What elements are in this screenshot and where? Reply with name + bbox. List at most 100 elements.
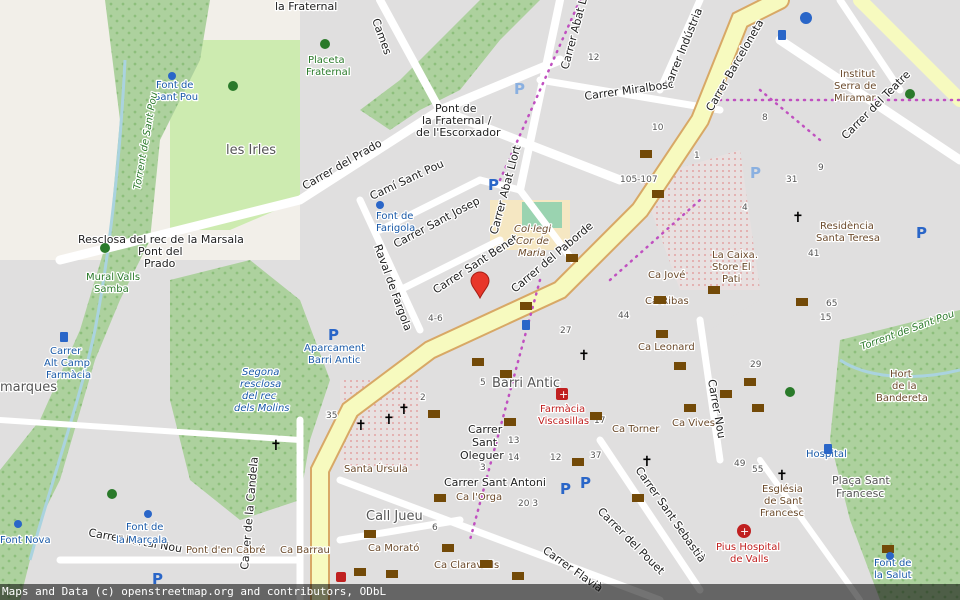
street-label-sant-oleguer-1: Carrer — [468, 423, 503, 436]
church-icon: ✝ — [641, 454, 653, 470]
house-icon — [632, 494, 644, 502]
poi-label-hort-2: de la — [892, 381, 917, 392]
park-icon — [100, 243, 110, 253]
church-icon: ✝ — [776, 468, 788, 484]
map-canvas[interactable]: la Fraternal Cames Carrer Abat Llor... C… — [0, 0, 960, 600]
house-icon — [744, 378, 756, 386]
poi-label-font-marcala-2: la Marçala — [116, 535, 167, 546]
house-number: 12 — [588, 53, 599, 63]
poi-label-farmacia-1: Farmàcia — [540, 403, 585, 415]
poi-label-mural-1: Mural Valls — [86, 272, 140, 283]
map-view[interactable]: la Fraternal Cames Carrer Abat Llor... C… — [0, 0, 960, 600]
church-icon: ✝ — [398, 402, 410, 418]
house-icon — [652, 190, 664, 198]
street-label-fraternal: la Fraternal — [275, 0, 337, 13]
poi-label-resclosa-m-4: dels Molins — [234, 403, 290, 414]
house-icon — [354, 568, 366, 576]
place-label-les-irles: les Irles — [226, 143, 276, 158]
house-number: 6 — [432, 523, 438, 533]
poi-label-collegi-1: Col·legi — [514, 224, 551, 235]
house-icon — [654, 296, 666, 304]
street-label-sant-oleguer-3: Oleguer — [460, 449, 504, 462]
poi-label-pius-1: Pius Hospital — [716, 542, 780, 553]
fountain-icon — [886, 552, 894, 560]
map-attribution: Maps and Data (c) openstreetmap.org and … — [0, 584, 960, 600]
house-number: 27 — [560, 326, 571, 336]
house-icon — [720, 390, 732, 398]
house-label-ca-ribas: Ca Ribas — [645, 296, 689, 307]
poi-label-placeta-2: Fraternal — [306, 67, 351, 78]
house-number: 49 — [734, 459, 746, 469]
street-label-sant-antoni: Carrer Sant Antoni — [444, 476, 546, 489]
house-number: 37 — [590, 451, 601, 461]
house-number: 29 — [750, 360, 762, 370]
house-number: 35 — [326, 411, 337, 421]
poi-label-santa-ursula: Santa Úrsula — [344, 462, 408, 475]
house-number: 31 — [786, 175, 797, 185]
house-number: 4 — [742, 203, 748, 213]
poi-label-mural-2: Samba — [94, 284, 129, 295]
fountain-icon — [168, 72, 176, 80]
house-icon — [590, 412, 602, 420]
parking-icon: P — [560, 480, 571, 498]
house-label-ca-lorga: Ca l'Orga — [456, 492, 502, 503]
poi-label-resclosa-m-3: del rec — [242, 391, 277, 402]
poi-label-residencia-1: Residència — [820, 220, 874, 232]
church-icon: ✝ — [383, 412, 395, 428]
poi-label-collegi-2: Cor de — [516, 236, 549, 247]
poi-label-hort-3: Bandereta — [876, 393, 928, 404]
house-icon — [386, 570, 398, 578]
poi-label-hort-1: Hort — [890, 369, 912, 380]
poi-label-farmacia-2: Viscasillas — [538, 416, 589, 427]
poi-label-resclosa-m-1: Segona — [242, 367, 279, 378]
house-number: 41 — [808, 249, 819, 259]
poi-label-resclosa-m-2: resclosa — [240, 379, 281, 390]
house-number: 8 — [762, 113, 768, 123]
park-icon — [785, 387, 795, 397]
parking-icon: P — [580, 474, 591, 492]
house-number: 44 — [618, 311, 630, 321]
house-number: 15 — [820, 313, 831, 323]
poi-label-font-marcala-1: Font de — [126, 522, 163, 533]
poi-label-font-farigola-2: Farigola — [376, 223, 415, 234]
house-label-ca-barrau: Ca Barrau — [280, 545, 330, 556]
poi-label-caixa-3: Pati — [722, 274, 740, 285]
park-icon — [228, 81, 238, 91]
bus-stop-icon — [522, 320, 530, 330]
house-icon — [520, 302, 532, 310]
house-icon — [572, 458, 584, 466]
hospital-icon: + — [740, 525, 749, 538]
house-label-ca-vives: Ca Vives — [672, 418, 715, 429]
place-label-marques: marques — [0, 380, 57, 395]
playground-icon — [107, 489, 117, 499]
poi-label-font-salut-2: la Salut — [874, 570, 912, 581]
house-label-ca-jove: Ca Jové — [648, 269, 685, 281]
playground-icon — [905, 89, 915, 99]
house-icon — [708, 286, 720, 294]
street-label-sant-oleguer-2: Sant — [472, 436, 498, 449]
church-icon: ✝ — [578, 348, 590, 364]
house-number: 9 — [818, 163, 824, 173]
poi-label-collegi-3: Maria — [518, 248, 546, 259]
house-icon — [472, 358, 484, 366]
house-icon — [882, 545, 894, 553]
parking-icon: P — [750, 164, 761, 182]
house-number: 4-6 — [428, 314, 443, 324]
poi-label-esglesia-1: Església — [762, 483, 803, 495]
poi-label-font-sant-pou-2: Sant Pou — [154, 92, 198, 103]
poi-label-institut-2: Serra de — [834, 81, 876, 92]
house-icon — [796, 298, 808, 306]
house-number: 20 3 — [518, 499, 538, 509]
poi-label-institut-1: Institut — [840, 69, 875, 80]
house-icon — [684, 404, 696, 412]
house-icon — [752, 404, 764, 412]
house-number: 5 — [480, 378, 486, 388]
house-number: 13 — [508, 436, 519, 446]
house-icon — [640, 150, 652, 158]
bridge-label-cabre: Pont d'en Cabré — [186, 544, 266, 556]
fountain-icon — [144, 510, 152, 518]
house-icon — [656, 330, 668, 338]
house-icon — [674, 362, 686, 370]
poi-label-placeta-1: Placeta — [308, 55, 345, 66]
poi-label-caixa-2: Store El — [712, 262, 751, 273]
